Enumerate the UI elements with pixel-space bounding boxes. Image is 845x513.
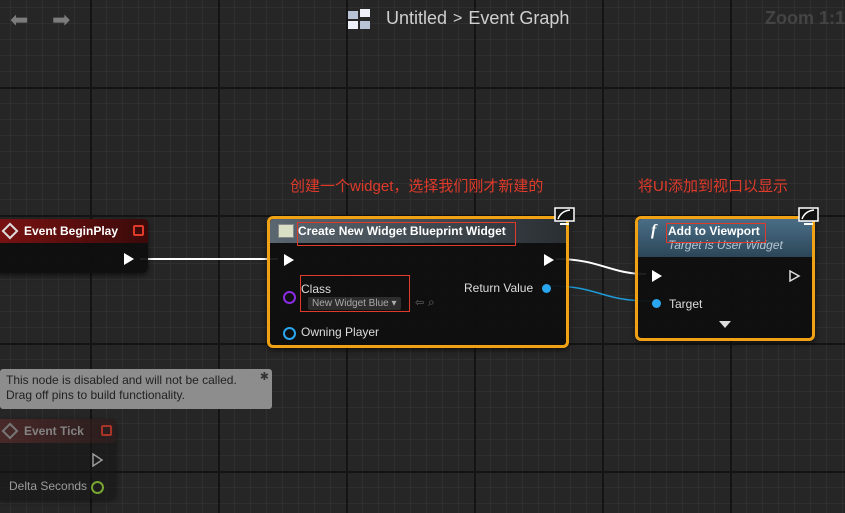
exec-out-pin[interactable]: [92, 453, 104, 467]
widget-icon: [278, 224, 294, 238]
latent-screen-icon: [798, 207, 819, 225]
disabled-node-comment: This node is disabled and will not be ca…: [0, 369, 272, 409]
target-label: Target: [669, 297, 703, 311]
browse-search-icon[interactable]: ⌕: [428, 295, 435, 310]
exec-out-pin[interactable]: [544, 254, 554, 266]
use-selected-icon[interactable]: ⇦: [415, 296, 424, 309]
node-add-to-viewport[interactable]: f Add to Viewport Target is User Widget …: [635, 216, 815, 341]
expand-arrow-icon[interactable]: [719, 321, 731, 328]
node-title: Event Tick: [24, 424, 84, 438]
disabled-line-1: This node is disabled and will not be ca…: [6, 373, 237, 387]
exec-in-pin[interactable]: [284, 254, 294, 266]
node-header: Event Tick: [0, 419, 116, 443]
delta-seconds-pin[interactable]: [91, 481, 104, 494]
target-pin[interactable]: [652, 299, 661, 308]
owning-player-label: Owning Player: [301, 325, 380, 339]
latent-screen-icon: [554, 207, 575, 225]
exec-in-pin[interactable]: [652, 270, 662, 282]
node-event-beginplay[interactable]: Event BeginPlay: [0, 219, 148, 273]
class-pin[interactable]: [283, 291, 296, 304]
event-icon: [1, 422, 19, 440]
highlight-box: [300, 275, 410, 312]
exec-wire-create-add: [555, 258, 647, 275]
exec-out-pin[interactable]: [124, 253, 134, 265]
delegate-pin[interactable]: [133, 225, 144, 236]
exec-out-pin[interactable]: [789, 270, 801, 282]
node-create-widget[interactable]: Create New Widget Blueprint Widget Class…: [267, 216, 569, 348]
owning-player-pin[interactable]: [283, 327, 296, 340]
node-header: Event BeginPlay: [0, 219, 148, 243]
highlight-box: [666, 223, 766, 243]
node-event-tick[interactable]: Event Tick Delta Seconds: [0, 419, 116, 499]
node-title: Event BeginPlay: [24, 224, 119, 238]
disabled-line-2: Drag off pins to build functionality.: [6, 388, 185, 402]
delta-seconds-label: Delta Seconds: [9, 479, 88, 493]
return-value-pin[interactable]: [542, 284, 551, 293]
pin-icon[interactable]: ✱: [260, 370, 269, 385]
delegate-pin[interactable]: [101, 425, 112, 436]
return-value-label: Return Value: [464, 281, 534, 295]
event-icon: [1, 222, 19, 240]
highlight-box: [297, 222, 516, 246]
function-icon: f: [651, 222, 657, 239]
